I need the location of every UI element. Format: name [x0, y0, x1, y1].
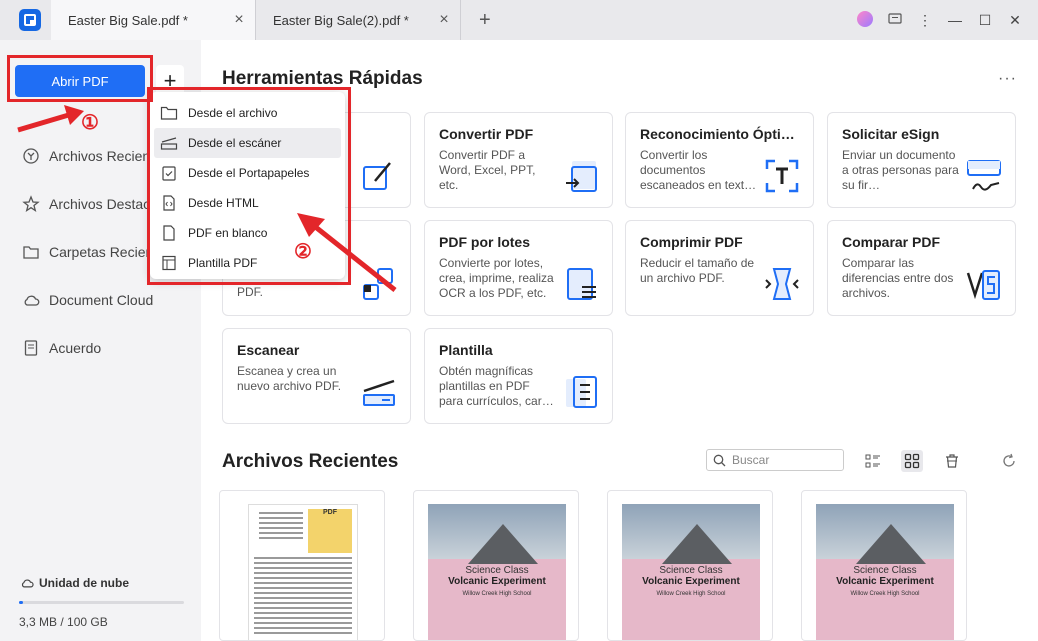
tab-easter-big-sale[interactable]: Easter Big Sale.pdf * × [51, 0, 256, 40]
title-bar: Easter Big Sale.pdf * × Easter Big Sale(… [0, 0, 1038, 40]
tool-card-ocr[interactable]: Reconocimiento Óptic… Convertir los docu… [625, 112, 814, 208]
card-desc: Convierte por lotes, crea, imprime, real… [439, 256, 554, 300]
storage-text: 3,3 MB / 100 GB [19, 615, 108, 629]
tool-card-esign[interactable]: Solicitar eSign Enviar un documento a ot… [827, 112, 1016, 208]
sidebar-item-label: Document Cloud [49, 292, 154, 308]
template-icon [566, 376, 597, 408]
search-icon [713, 454, 726, 466]
tool-card-compare[interactable]: Comparar PDF Comparar las diferencias en… [827, 220, 1016, 316]
cloud-icon [21, 579, 34, 588]
ocr-icon [765, 159, 799, 193]
card-title: Escanear [237, 342, 300, 358]
thumb-line-3: Willow Creek High School [656, 591, 726, 597]
storage-progress [19, 601, 184, 604]
cloud-icon [24, 295, 40, 306]
arrow-annotation-two [297, 213, 397, 292]
recent-file-card[interactable]: Science Class Volcanic Experiment Willow… [607, 490, 773, 641]
sidebar-item-label: Acuerdo [49, 340, 102, 356]
refresh-icon[interactable] [998, 450, 1020, 472]
close-icon[interactable]: × [436, 11, 452, 29]
cloud-drive-text: Unidad de nube [39, 576, 129, 590]
folder-icon [23, 246, 39, 259]
close-icon[interactable]: × [231, 11, 247, 29]
clock-icon [23, 148, 39, 164]
recent-files-title: Archivos Recientes [222, 451, 399, 472]
sidebar-item-agreement[interactable]: Acuerdo [22, 339, 200, 357]
tool-card-convert[interactable]: Convertir PDF Convertir PDF a Word, Exce… [424, 112, 613, 208]
convert-icon [566, 161, 597, 192]
card-title: Reconocimiento Óptic… [640, 126, 795, 142]
feedback-icon[interactable] [880, 12, 910, 29]
avatar[interactable] [850, 10, 880, 30]
batch-icon [567, 268, 596, 300]
card-title: Plantilla [439, 342, 493, 358]
search-placeholder: Buscar [732, 453, 770, 467]
thumb-line-1: Science Class [853, 565, 917, 576]
thumbnail-badge: PDF [308, 509, 352, 553]
tool-card-scan[interactable]: Escanear Escanea y crea un nuevo archivo… [222, 328, 411, 424]
thumb-line-2: Volcanic Experiment [836, 576, 934, 587]
card-title: PDF por lotes [439, 234, 531, 250]
arrow-annotation-one [17, 105, 84, 133]
highlight-box-open-pdf [7, 55, 153, 102]
tool-card-template[interactable]: Plantilla Obtén magníficas plantillas en… [424, 328, 613, 424]
grid-view-icon[interactable] [901, 450, 923, 472]
sidebar-item-document-cloud[interactable]: Document Cloud [22, 291, 200, 309]
cloud-drive-label[interactable]: Unidad de nube [20, 576, 129, 590]
recent-file-card[interactable]: Science Class Volcanic Experiment Willow… [413, 490, 579, 641]
file-thumbnail: Science Class Volcanic Experiment Willow… [428, 504, 566, 640]
recent-file-card[interactable]: Science Class Volcanic Experiment Willow… [801, 490, 967, 641]
document-icon [24, 340, 38, 356]
card-desc: Obtén magníficas plantillas en PDF para … [439, 364, 554, 408]
card-title: Convertir PDF [439, 126, 534, 142]
scanner-icon [363, 379, 395, 406]
card-title: Comparar PDF [842, 234, 941, 250]
esign-icon [967, 160, 1001, 191]
card-desc: Convertir los documentos escaneados en t… [640, 148, 757, 192]
trash-icon[interactable] [941, 450, 963, 472]
thumb-line-1: Science Class [465, 565, 529, 576]
list-view-icon[interactable] [862, 450, 884, 472]
compare-icon [966, 270, 1000, 300]
tab-label: Easter Big Sale.pdf * [68, 12, 188, 28]
thumb-line-2: Volcanic Experiment [448, 576, 546, 587]
card-desc: Comparar las diferencias entre dos archi… [842, 256, 954, 300]
card-desc: Convertir PDF a Word, Excel, PPT, etc. [439, 148, 536, 192]
thumb-line-3: Willow Creek High School [462, 591, 532, 597]
file-thumbnail: Science Class Volcanic Experiment Willow… [816, 504, 954, 640]
recent-file-card[interactable]: PDF [219, 490, 385, 641]
star-icon [22, 195, 40, 212]
search-input[interactable]: Buscar [706, 449, 844, 471]
card-desc: Reducir el tamaño de un archivo PDF. [640, 256, 755, 285]
minimize-icon[interactable]: — [940, 12, 970, 28]
thumb-line-2: Volcanic Experiment [642, 576, 740, 587]
new-tab-icon[interactable]: + [479, 9, 491, 32]
card-title: Comprimir PDF [640, 234, 743, 250]
edit-icon [363, 162, 391, 190]
more-options-icon[interactable]: ··· [998, 70, 1017, 88]
file-thumbnail: Science Class Volcanic Experiment Willow… [622, 504, 760, 640]
tab-easter-big-sale-2[interactable]: Easter Big Sale(2).pdf * × [256, 0, 461, 40]
thumb-line-3: Willow Creek High School [850, 591, 920, 597]
compress-icon [765, 268, 799, 300]
more-menu-icon[interactable]: ⋮ [910, 12, 940, 29]
window-controls: ⋮ — ☐ ✕ [850, 0, 1030, 40]
maximize-icon[interactable]: ☐ [970, 12, 1000, 29]
window-close-icon[interactable]: ✕ [1000, 12, 1030, 29]
app-logo-icon[interactable] [19, 9, 41, 31]
card-title: Solicitar eSign [842, 126, 940, 142]
thumb-line-1: Science Class [659, 565, 723, 576]
storage-fill [19, 601, 23, 604]
tab-label: Easter Big Sale(2).pdf * [273, 12, 409, 28]
card-desc: Escanea y crea un nuevo archivo PDF. [237, 364, 342, 393]
tool-card-compress[interactable]: Comprimir PDF Reducir el tamaño de un ar… [625, 220, 814, 316]
card-desc: Enviar un documento a otras personas par… [842, 148, 959, 192]
file-thumbnail: PDF [248, 504, 358, 640]
tool-card-batch[interactable]: PDF por lotes Convierte por lotes, crea,… [424, 220, 613, 316]
